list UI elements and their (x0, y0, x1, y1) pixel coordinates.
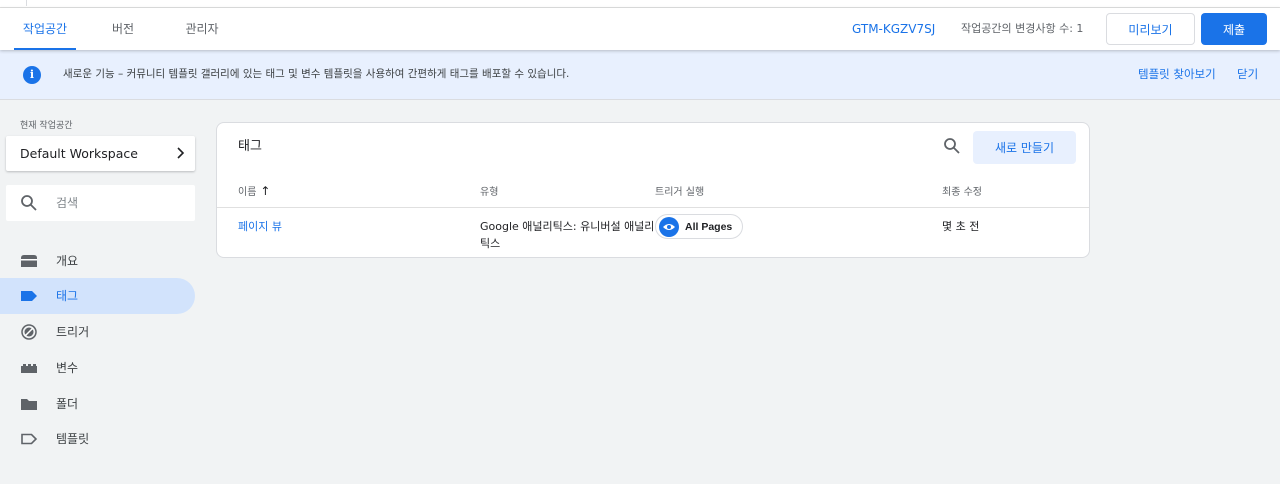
sidebar-item-variables[interactable]: 변수 (0, 350, 195, 386)
tag-last-modified: 몇 초 전 (942, 220, 980, 233)
header-divider (217, 207, 1089, 208)
sidebar-item-overview[interactable]: 개요 (0, 243, 195, 279)
sidebar-search-input[interactable]: 검색 (6, 185, 195, 221)
trigger-chip[interactable]: All Pages (655, 214, 744, 239)
search-icon (21, 195, 37, 211)
info-icon: i (23, 66, 41, 84)
tags-card-title: 태그 (238, 139, 262, 154)
template-icon (21, 433, 38, 445)
workspace-changes-count: 작업공간의 변경사항 수: 1 (961, 22, 1084, 35)
column-header-type: 유형 (480, 187, 499, 198)
app-header: 작업공간 버전 관리자 GTM-KGZV7SJ 작업공간의 변경사항 수: 1 … (0, 8, 1280, 50)
chevron-right-icon (177, 147, 185, 159)
submit-button[interactable]: 제출 (1201, 13, 1267, 45)
tag-type: Google 애널리틱스: 유니버설 애널리틱스 (480, 220, 655, 250)
search-icon[interactable] (943, 137, 961, 155)
column-header-name[interactable]: 이름 ↑ (238, 183, 270, 198)
container-id-link[interactable]: GTM-KGZV7SJ (852, 8, 935, 50)
tag-icon (21, 291, 37, 301)
column-header-modified: 최종 수정 (942, 187, 982, 198)
pageview-eye-icon (659, 216, 679, 237)
workspace-name: Default Workspace (20, 146, 138, 161)
workspace-selector[interactable]: Default Workspace (6, 136, 195, 171)
sidebar-item-label: 템플릿 (56, 432, 90, 446)
sidebar-item-label: 트리거 (56, 325, 90, 339)
sort-arrow-up-icon: ↑ (260, 184, 271, 198)
search-placeholder: 검색 (56, 196, 79, 210)
column-header-label: 이름 (238, 187, 257, 198)
tag-name-link[interactable]: 페이지 뷰 (238, 218, 282, 234)
sidebar-item-templates[interactable]: 템플릿 (0, 421, 195, 457)
current-workspace-label: 현재 작업공간 (20, 121, 73, 131)
browse-templates-link[interactable]: 템플릿 찾아보기 (1138, 50, 1216, 98)
folder-icon (21, 399, 37, 410)
overview-icon (21, 255, 37, 267)
sidebar-item-label: 변수 (56, 361, 79, 375)
feature-banner: i 새로운 기능 – 커뮤니티 템플릿 갤러리에 있는 태그 및 변수 템플릿을… (0, 50, 1280, 100)
sidebar-item-triggers[interactable]: 트리거 (0, 314, 195, 350)
close-banner-link[interactable]: 닫기 (1237, 50, 1258, 98)
sidebar-item-folders[interactable]: 폴더 (0, 386, 195, 422)
preview-button[interactable]: 미리보기 (1106, 13, 1195, 45)
strip-divider (26, 0, 27, 6)
new-tag-button[interactable]: 새로 만들기 (973, 131, 1076, 164)
browser-top-strip (0, 0, 1280, 8)
tab-admin[interactable]: 관리자 (176, 8, 228, 50)
sidebar-item-label: 폴더 (56, 397, 79, 411)
sidebar-item-label: 개요 (56, 254, 79, 268)
trigger-icon (21, 324, 37, 340)
tab-workspace[interactable]: 작업공간 (14, 8, 76, 50)
trigger-chip-label: All Pages (685, 220, 733, 233)
tags-card: 태그 새로 만들기 이름 ↑ 유형 트리거 실행 최종 수정 페이지 뷰 Goog… (216, 122, 1090, 258)
sidebar-item-tags[interactable]: 태그 (0, 278, 195, 314)
banner-message: 새로운 기능 – 커뮤니티 템플릿 갤러리에 있는 태그 및 변수 템플릿을 사… (63, 68, 570, 80)
sidebar-item-label: 태그 (56, 289, 79, 303)
tab-versions[interactable]: 버전 (104, 8, 142, 50)
variable-icon (21, 364, 37, 373)
column-header-trigger: 트리거 실행 (655, 187, 705, 198)
